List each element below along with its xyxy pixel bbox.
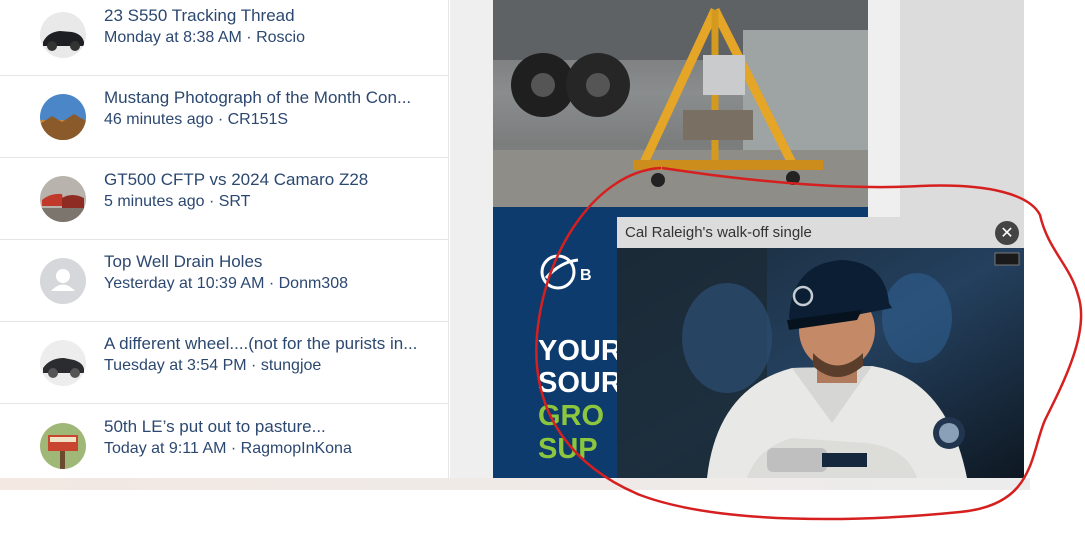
ad-headline-line: YOUR xyxy=(538,335,622,367)
thread-title[interactable]: A different wheel....(not for the purist… xyxy=(104,334,434,354)
video-title: Cal Raleigh's walk-off single xyxy=(625,224,812,241)
thread-meta[interactable]: Monday at 8:38 AM · Roscio xyxy=(104,29,434,47)
thread-title[interactable]: Top Well Drain Holes xyxy=(104,252,434,272)
boeing-logo-icon: B xyxy=(540,254,592,290)
thread-meta[interactable]: Yesterday at 10:39 AM · Donm308 xyxy=(104,275,434,293)
thread-title[interactable]: 23 S550 Tracking Thread xyxy=(104,6,434,26)
sign-avatar-icon[interactable] xyxy=(40,423,86,469)
thread-row[interactable]: 23 S550 Tracking Thread Monday at 8:38 A… xyxy=(0,0,448,76)
video-popup[interactable]: Cal Raleigh's walk-off single ✕ xyxy=(617,217,1024,478)
thread-list: 23 S550 Tracking Thread Monday at 8:38 A… xyxy=(0,0,449,478)
svg-text:B: B xyxy=(580,267,592,284)
car-avatar-icon[interactable] xyxy=(40,12,86,58)
ad-headline-line: SUP xyxy=(538,433,598,465)
thread-title[interactable]: Mustang Photograph of the Month Con... xyxy=(104,88,434,108)
thread-meta[interactable]: 5 minutes ago · SRT xyxy=(104,193,434,211)
ad-image[interactable] xyxy=(493,0,868,207)
close-icon[interactable]: ✕ xyxy=(995,221,1019,245)
thread-row[interactable]: Mustang Photograph of the Month Con... 4… xyxy=(0,76,448,158)
car-avatar-icon[interactable] xyxy=(40,340,86,386)
thread-row[interactable]: Top Well Drain Holes Yesterday at 10:39 … xyxy=(0,240,448,322)
thread-meta[interactable]: 46 minutes ago · CR151S xyxy=(104,111,434,129)
video-player[interactable] xyxy=(617,248,1024,478)
landscape-avatar-icon[interactable] xyxy=(40,94,86,140)
thread-meta[interactable]: Tuesday at 3:54 PM · stungjoe xyxy=(104,357,434,375)
horizontal-scrollbar[interactable] xyxy=(0,478,1030,490)
thread-row[interactable]: A different wheel....(not for the purist… xyxy=(0,322,448,404)
thread-title[interactable]: 50th LE’s put out to pasture... xyxy=(104,417,434,437)
ad-headline-line: GRO xyxy=(538,400,605,432)
thread-title[interactable]: GT500 CFTP vs 2024 Camaro Z28 xyxy=(104,170,434,190)
thread-row[interactable]: GT500 CFTP vs 2024 Camaro Z28 5 minutes … xyxy=(0,158,448,240)
default-user-avatar-icon[interactable] xyxy=(40,258,86,304)
video-header: Cal Raleigh's walk-off single ✕ xyxy=(617,217,1024,248)
cars-avatar-icon[interactable] xyxy=(40,176,86,222)
thread-row[interactable]: 50th LE’s put out to pasture... Today at… xyxy=(0,405,448,478)
thread-meta[interactable]: Today at 9:11 AM · RagmopInKona xyxy=(104,440,434,458)
ad-headline-line: SOUR xyxy=(538,367,622,399)
